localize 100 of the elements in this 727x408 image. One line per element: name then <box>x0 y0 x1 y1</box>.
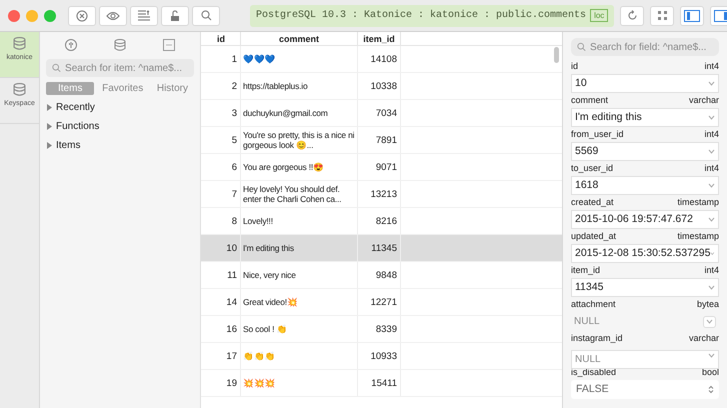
scrollbar-thumb[interactable] <box>554 47 559 63</box>
field-label: from_user_id <box>571 128 624 141</box>
value-field[interactable]: 10 <box>571 74 719 93</box>
table-cell: 7034 <box>376 108 397 118</box>
grid-button[interactable] <box>650 6 674 26</box>
table-cell: 17 <box>226 350 237 362</box>
left-panel-icon <box>684 10 700 22</box>
table-row[interactable]: 19 💥💥💥 15411 <box>201 370 562 397</box>
field-label: to_user_id <box>571 162 614 175</box>
field-type: int4 <box>704 60 719 72</box>
plug-icon[interactable] <box>64 39 77 51</box>
table-cell: 8 <box>232 216 237 226</box>
column-header[interactable]: item_id <box>358 32 401 45</box>
table-cell: I'm editing this <box>243 243 294 253</box>
field-type: int4 <box>704 264 719 276</box>
search-icon <box>200 10 212 21</box>
database-icon[interactable] <box>114 39 126 51</box>
table-cell-text: Hey lovely! You should def. enter the Charli Cohen ca... <box>243 184 342 204</box>
window-title: PostgreSQL 10.3 : Katonice : katonice : public.comments <box>256 8 586 23</box>
sql-file-icon[interactable] <box>163 39 176 51</box>
sidebar-item[interactable]: Functions <box>56 118 100 134</box>
table-cell: 9848 <box>376 270 397 280</box>
field-search-field[interactable]: Search for field: ^name$... <box>571 38 719 56</box>
lock-icon <box>170 10 180 22</box>
value-field[interactable]: I'm editing this <box>571 108 719 127</box>
chevron-icon <box>708 353 715 358</box>
disclosure-triangle-icon[interactable] <box>46 122 53 130</box>
table-cell: Lovely!!! <box>243 216 273 226</box>
eye-button[interactable] <box>99 6 127 26</box>
value-field[interactable]: 11345 <box>571 278 719 297</box>
table-row[interactable]: 2 https://tableplus.io 10338 <box>201 73 562 100</box>
field-label: created_at <box>571 196 614 209</box>
list-icon <box>137 10 151 21</box>
value-field[interactable]: 2015-10-06 19:57:47.672 <box>571 210 719 229</box>
table-row[interactable]: 1 💙💙💙 14108 <box>201 46 562 73</box>
close-window-button[interactable] <box>8 10 20 22</box>
value-field[interactable]: 2015-12-08 15:30:52.537295 <box>571 244 719 263</box>
disclosure-triangle-icon[interactable] <box>46 142 53 148</box>
field-type: varchar <box>688 332 719 344</box>
selected-row[interactable]: 10 I'm editing this 11345 <box>201 235 562 262</box>
right-panel-button[interactable] <box>710 6 727 26</box>
zoom-window-button[interactable] <box>44 10 56 22</box>
eye-icon <box>106 10 120 20</box>
null-field[interactable]: NULL <box>571 350 719 369</box>
table-row[interactable]: 16 So cool ! 👏 8339 <box>201 316 562 343</box>
field-type: int4 <box>704 162 719 174</box>
chevron-icon <box>708 149 715 154</box>
table-cell: 11345 <box>371 242 397 254</box>
table-cell: 13213 <box>370 188 397 200</box>
table-cell: 1 <box>232 54 237 64</box>
field-type: timestamp <box>677 230 719 243</box>
table-cell: 10933 <box>370 350 397 362</box>
table-cell: 10 <box>226 242 237 254</box>
table-row[interactable]: 14 Great video!💥 12271 <box>201 289 562 316</box>
search-button[interactable] <box>192 6 220 26</box>
expand-button[interactable] <box>703 316 716 328</box>
item-search-field[interactable]: Search for item: ^name$... <box>46 59 194 77</box>
sidebar-item[interactable]: Items <box>56 138 80 152</box>
table-cell: You're so pretty, this is a nice ni gorgeous look 😊... <box>243 130 355 150</box>
left-panel-button[interactable] <box>680 6 704 26</box>
chevron-icon <box>708 285 715 290</box>
chevron-icon <box>708 115 715 120</box>
table-row[interactable]: 6 You are gorgeous !!😍 9071 <box>201 154 562 181</box>
table-cell: Nice, very nice <box>243 270 296 280</box>
null-field[interactable]: NULL <box>574 314 694 329</box>
right-panel-icon <box>714 10 727 22</box>
chevron-icon <box>708 183 715 188</box>
disclosure-triangle-icon[interactable] <box>46 104 53 110</box>
field-type: bytea <box>696 298 719 311</box>
table-cell: 14 <box>226 296 237 308</box>
table-row[interactable]: 7 Hey lovely! You should def. enter the Charli Cohen ca... 13213 <box>201 181 562 208</box>
table-cell: duchuykun@gmail.com <box>243 108 328 118</box>
list-button[interactable] <box>130 6 158 26</box>
column-header[interactable]: id <box>201 32 241 45</box>
table-cell: 3 <box>232 108 237 118</box>
field-label: item_id <box>571 264 600 277</box>
table-cell: 16 <box>226 324 237 334</box>
table-row[interactable]: 5 You're so pretty, this is a nice ni gorgeous look 😊... 7891 <box>201 127 562 154</box>
table-cell: 14108 <box>370 54 397 64</box>
lock-button[interactable] <box>161 6 189 26</box>
table-row[interactable]: 3 duchuykun@gmail.com 7034 <box>201 100 562 127</box>
sidebar-item[interactable]: Recently <box>56 100 95 114</box>
search-icon <box>577 42 586 52</box>
value-field[interactable]: 1618 <box>571 176 719 195</box>
environment-badge: loc <box>590 9 608 22</box>
table-row[interactable]: 11 Nice, very nice 9848 <box>201 262 562 289</box>
field-label: instagram_id <box>571 332 623 345</box>
chevron-icon <box>706 319 713 324</box>
dropdown[interactable]: FALSE <box>571 380 719 399</box>
close-circle-button[interactable] <box>68 6 96 26</box>
grid-icon <box>658 11 667 20</box>
value-field[interactable]: 5569 <box>571 142 719 161</box>
column-header[interactable]: comment <box>241 32 358 45</box>
table-row[interactable]: 17 👏👏👏 10933 <box>201 343 562 370</box>
table-row[interactable]: 8 Lovely!!! 8216 <box>201 208 562 235</box>
table-cell: 11 <box>227 270 237 280</box>
field-label: comment <box>571 94 608 106</box>
table-cell: 7891 <box>376 134 397 146</box>
field-label: attachment <box>571 298 616 310</box>
reload-button[interactable] <box>620 6 644 26</box>
